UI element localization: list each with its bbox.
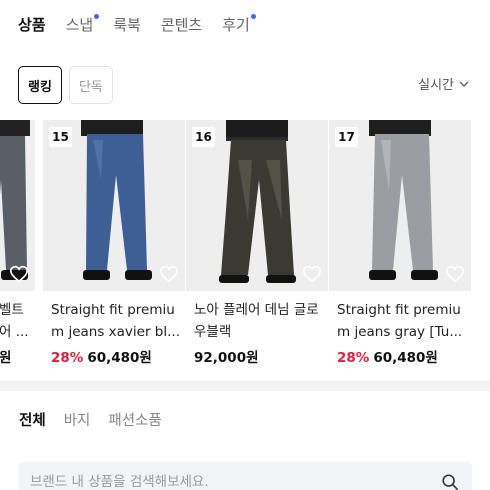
tab-category-accessories[interactable]: 패션소품 <box>108 409 161 430</box>
tab-reviews[interactable]: 후기 <box>222 12 256 38</box>
new-indicator-dot <box>250 14 256 19</box>
tab-lookbook[interactable]: 룩북 <box>113 12 141 38</box>
product-image: 15 <box>43 120 185 291</box>
discount-rate: 28% <box>337 350 370 366</box>
category-tab-bar: 전체 바지 패션소품 <box>19 409 180 430</box>
product-title-line: 어 ... <box>0 324 29 340</box>
price-row: 28% 60,480원 <box>329 346 471 366</box>
product-image: 16 <box>186 120 328 291</box>
search-icon[interactable] <box>441 473 459 490</box>
chevron-down-icon <box>459 81 469 87</box>
tab-reviews-label: 후기 <box>222 16 250 34</box>
tab-contents-label: 콘텐츠 <box>160 16 203 34</box>
heart-icon[interactable] <box>445 265 465 283</box>
rank-badge: 17 <box>335 127 358 147</box>
price-row: 원 <box>0 346 35 366</box>
tab-contents[interactable]: 콘텐츠 <box>161 12 202 38</box>
product-title: Straight fit premium jeans xavier bl... <box>51 302 180 340</box>
product-title: Straight fit premium jeans gray [Tu... <box>337 302 463 340</box>
rank-badge: 16 <box>192 127 215 147</box>
ranking-product-carousel[interactable]: 벨트 어 ... 원 15 Straight fit premium jeans… <box>0 120 490 380</box>
price-row: 92,000원 <box>186 346 328 366</box>
product-card[interactable]: 16 노아 플레어 데님 글로우블랙 92,000원 <box>186 120 328 366</box>
tab-products-label: 상품 <box>18 16 46 34</box>
product-price: 92,000원 <box>194 350 259 366</box>
discount-rate: 28% <box>51 350 84 366</box>
product-title: 벨트 어 ... <box>0 299 35 343</box>
new-indicator-dot <box>94 14 100 19</box>
top-tab-bar: 상품 스냅 룩북 콘텐츠 후기 <box>18 12 270 38</box>
product-image: 17 <box>329 120 471 291</box>
tab-lookbook-label: 룩북 <box>113 16 141 34</box>
heart-icon[interactable] <box>9 265 29 283</box>
sort-dropdown[interactable]: 실시간 <box>418 74 470 93</box>
product-card[interactable]: 15 Straight fit premium jeans xavier bl.… <box>43 120 185 366</box>
tab-snap[interactable]: 스냅 <box>65 12 100 38</box>
price-row: 28% 60,480원 <box>43 346 185 366</box>
product-card[interactable]: 벨트 어 ... 원 <box>0 120 35 366</box>
section-divider <box>0 381 490 391</box>
product-title-line: 벨트 <box>0 302 24 318</box>
product-price: 60,480원 <box>373 350 438 366</box>
tab-products[interactable]: 상품 <box>18 12 46 38</box>
filter-exclusive-chip[interactable]: 단독 <box>68 66 113 104</box>
product-price: 원 <box>0 350 12 366</box>
brand-product-search-input[interactable] <box>18 462 472 490</box>
heart-icon[interactable] <box>302 265 322 283</box>
heart-icon[interactable] <box>159 265 179 283</box>
filter-exclusive-label: 단독 <box>78 79 103 95</box>
filter-ranking-label: 랭킹 <box>28 79 52 95</box>
product-price: 60,480원 <box>87 350 152 366</box>
rank-badge: 15 <box>49 127 72 147</box>
filter-ranking-chip[interactable]: 랭킹 <box>18 66 62 104</box>
product-title: 노아 플레어 데님 글로우블랙 <box>194 302 319 340</box>
filter-chips: 랭킹 단독 <box>18 66 113 104</box>
product-card[interactable]: 17 Straight fit premium jeans gray [Tu..… <box>329 120 471 366</box>
tab-snap-label: 스냅 <box>65 16 94 34</box>
product-image <box>0 120 35 291</box>
tab-category-pants[interactable]: 바지 <box>64 409 91 430</box>
tab-category-all[interactable]: 전체 <box>19 409 46 430</box>
sort-label: 실시간 <box>418 78 454 93</box>
